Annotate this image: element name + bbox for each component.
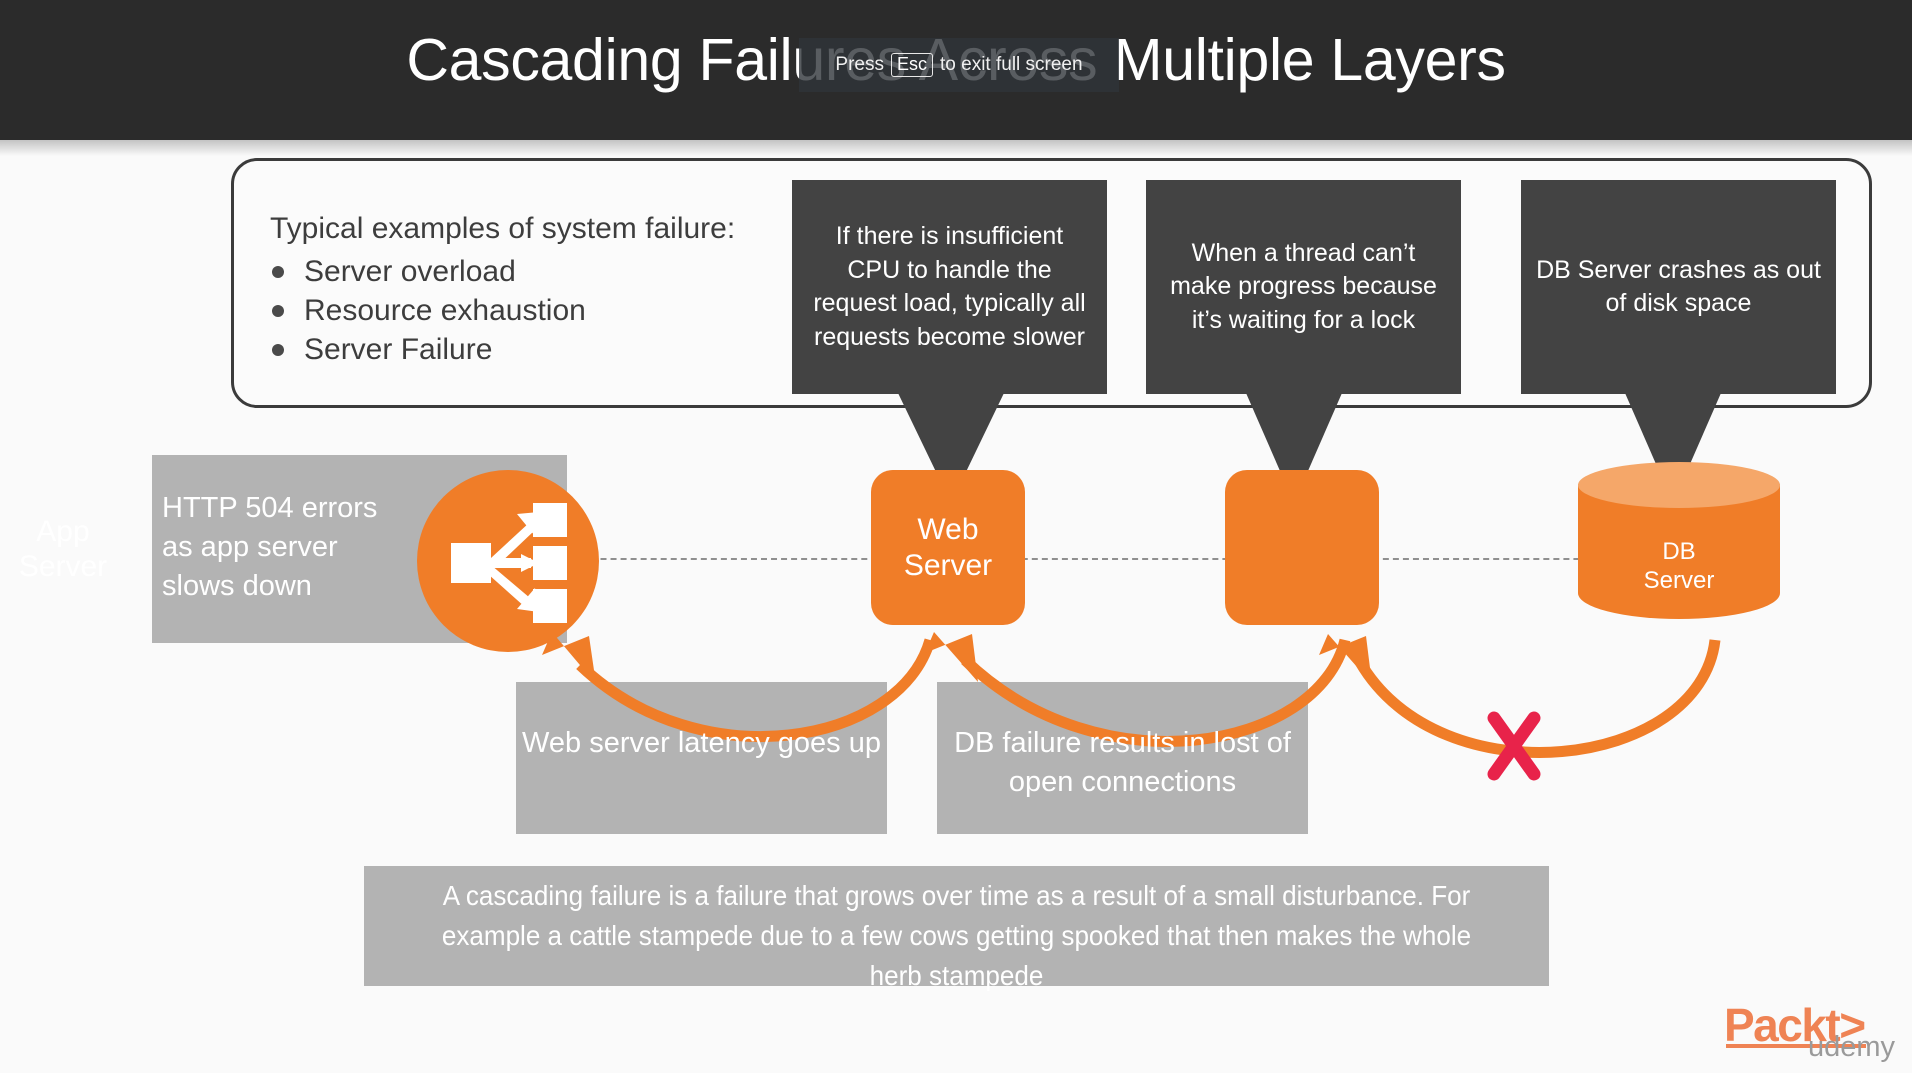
db-failure-text: DB failure results in lost of open conne…: [954, 727, 1291, 799]
app-server-label: App Server: [8, 514, 118, 584]
db-server-label-line1: DB: [1662, 538, 1696, 565]
db-server-label: DB Server: [1578, 537, 1780, 596]
callout-disk: DB Server crashes as out of disk space: [1521, 180, 1836, 394]
summary-text: A cascading failure is a failure that gr…: [441, 880, 1472, 991]
bullet-dot-icon: [272, 343, 284, 356]
arrowhead-mid-to-web: [925, 632, 978, 682]
arrowhead-db-to-mid: [1319, 634, 1372, 684]
list-item: Resource exhaustion: [272, 291, 586, 330]
bullet-label: Server overload: [304, 254, 516, 288]
web-server-label-line2: Server: [903, 548, 993, 582]
http-error-line2: as app server: [162, 531, 338, 564]
web-server-node[interactable]: Web Server: [871, 470, 1025, 625]
callout-lock: When a thread can’t make progress becaus…: [1146, 180, 1461, 394]
http-error-line3: slows down: [162, 570, 312, 603]
bullet-label: Server Failure: [304, 332, 493, 366]
http-error-text: HTTP 504 errors as app server slows down: [162, 489, 402, 606]
db-cylinder-top: [1578, 462, 1780, 508]
bullet-label: Resource exhaustion: [304, 293, 586, 327]
db-server-label-line2: Server: [1643, 567, 1715, 595]
tier-connector-line: [430, 558, 1770, 560]
toast-suffix-label: to exit full screen: [940, 54, 1083, 75]
examples-bullet-list: Server overload Resource exhaustion Serv…: [272, 252, 586, 369]
http-error-line1: HTTP 504 errors: [162, 492, 378, 524]
toast-prefix-label: Press: [835, 54, 884, 75]
bullet-dot-icon: [272, 304, 284, 317]
slide-canvas: Cascading Failures Across Multiple Layer…: [0, 0, 1912, 1073]
web-server-label-line1: Web: [917, 512, 979, 546]
list-item: Server Failure: [272, 330, 586, 369]
middle-server-node[interactable]: [1225, 470, 1379, 625]
db-server-node[interactable]: DB Server: [1578, 462, 1780, 634]
web-latency-text: Web server latency goes up: [522, 727, 881, 759]
bullet-dot-icon: [272, 265, 284, 278]
app-server-label-line1: App: [36, 515, 90, 548]
callout-cpu: If there is insufficient CPU to handle t…: [792, 180, 1107, 394]
examples-heading: Typical examples of system failure:: [270, 212, 736, 245]
packt-logo: Packt> udemy: [1724, 999, 1896, 1063]
fullscreen-exit-toast: Press Esc to exit full screen: [799, 38, 1119, 92]
app-server-label-line2: Server: [18, 550, 108, 584]
failure-x-icon: [1487, 711, 1541, 781]
list-item: Server overload: [272, 252, 586, 291]
esc-key-badge: Esc: [890, 53, 933, 77]
arrow-db-to-mid: [1355, 639, 1721, 758]
load-balancer-icon: [451, 503, 567, 623]
header-shadow: [0, 140, 1912, 156]
udemy-logo-label: udemy: [1808, 1031, 1896, 1063]
